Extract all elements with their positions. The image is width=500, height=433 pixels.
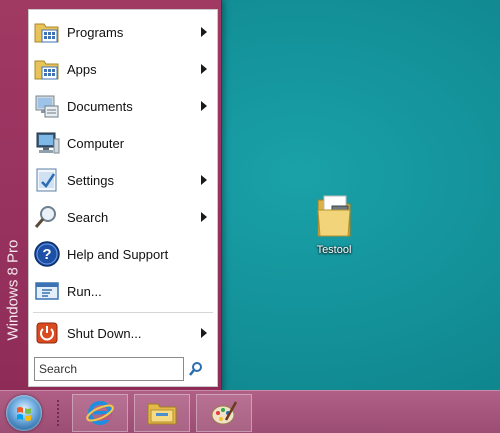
start-menu: Windows 8 Pro Programs Apps Documents Co… bbox=[0, 0, 222, 392]
start-menu-panel: Programs Apps Documents Computer Setting… bbox=[28, 9, 218, 387]
menu-item-search[interactable]: Search bbox=[29, 199, 217, 235]
chevron-right-icon bbox=[201, 212, 207, 222]
menu-item-label: Shut Down... bbox=[67, 325, 142, 341]
menu-item-computer[interactable]: Computer bbox=[29, 125, 217, 161]
menu-item-label: Apps bbox=[67, 61, 97, 77]
menu-item-programs[interactable]: Programs bbox=[29, 14, 217, 50]
search-button-icon[interactable] bbox=[187, 360, 205, 378]
file-explorer-icon bbox=[147, 403, 177, 425]
taskbar-internet-explorer[interactable] bbox=[72, 394, 128, 432]
paint-icon bbox=[211, 401, 238, 425]
menu-item-run[interactable]: Run... bbox=[29, 273, 217, 309]
chevron-right-icon bbox=[201, 175, 207, 185]
menu-item-label: Help and Support bbox=[67, 246, 169, 262]
run-icon bbox=[35, 282, 59, 300]
folder-icon bbox=[317, 195, 351, 237]
menu-item-apps[interactable]: Apps bbox=[29, 51, 217, 87]
brand-label: Windows 8 Pro bbox=[4, 239, 22, 341]
taskbar-paint[interactable] bbox=[196, 394, 252, 432]
programs-icon bbox=[34, 23, 59, 43]
menu-item-label: Search bbox=[67, 209, 109, 225]
taskbar-file-explorer[interactable] bbox=[134, 394, 190, 432]
taskbar-grip[interactable] bbox=[56, 399, 61, 427]
menu-separator bbox=[33, 312, 213, 313]
help-icon: ? bbox=[34, 241, 60, 267]
menu-item-help[interactable]: ? Help and Support bbox=[29, 236, 217, 272]
chevron-right-icon bbox=[201, 101, 207, 111]
chevron-right-icon bbox=[201, 64, 207, 74]
menu-item-label: Computer bbox=[67, 135, 125, 151]
svg-text:?: ? bbox=[42, 246, 51, 263]
documents-icon bbox=[35, 95, 59, 118]
apps-icon bbox=[34, 60, 59, 80]
menu-item-label: Programs bbox=[67, 24, 124, 40]
power-icon bbox=[36, 322, 58, 344]
search-icon bbox=[34, 206, 56, 228]
settings-icon bbox=[36, 168, 57, 192]
windows-logo-icon bbox=[17, 407, 31, 421]
menu-item-settings[interactable]: Settings bbox=[29, 162, 217, 198]
menu-item-shut-down[interactable]: Shut Down... bbox=[29, 315, 217, 351]
menu-item-label: Documents bbox=[67, 98, 133, 114]
menu-item-label: Settings bbox=[67, 172, 114, 188]
taskbar bbox=[0, 390, 500, 433]
computer-icon bbox=[36, 132, 60, 154]
internet-explorer-icon bbox=[86, 401, 114, 425]
desktop-icon-testool[interactable]: Testool bbox=[303, 192, 365, 262]
desktop-icon-label: Testool bbox=[316, 244, 352, 256]
chevron-right-icon bbox=[201, 328, 207, 338]
menu-item-label: Run... bbox=[67, 283, 102, 299]
start-menu-brand: Windows 8 Pro bbox=[0, 180, 26, 380]
search-input[interactable] bbox=[34, 357, 184, 381]
start-button[interactable] bbox=[6, 395, 42, 431]
menu-item-documents[interactable]: Documents bbox=[29, 88, 217, 124]
chevron-right-icon bbox=[201, 27, 207, 37]
